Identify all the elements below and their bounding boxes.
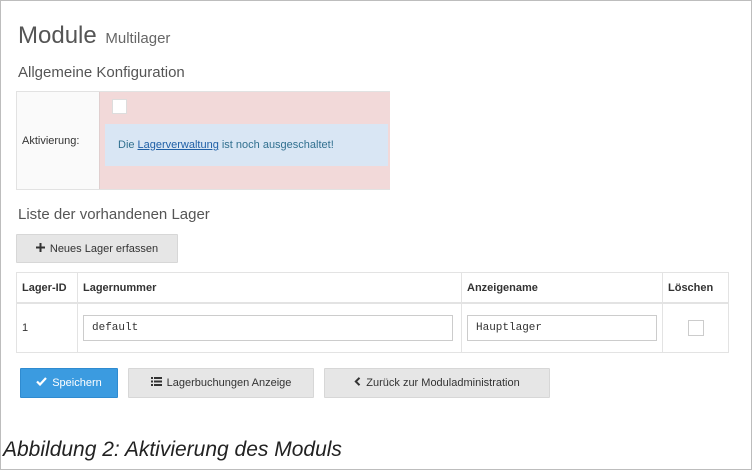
header-loeschen: Löschen	[662, 272, 729, 304]
table-header-row: Lager-ID Lagernummer Anzeigename Löschen	[16, 272, 729, 304]
chevron-left-icon	[354, 377, 361, 389]
save-button[interactable]: Speichern	[20, 368, 118, 398]
header-anzeigename: Anzeigename	[461, 272, 663, 304]
new-storage-label: Neues Lager erfassen	[49, 242, 159, 255]
activation-label: Aktivierung:	[22, 134, 80, 147]
figure-caption: Abbildung 2: Aktivierung des Moduls	[3, 438, 342, 461]
activation-cell: Die Lagerverwaltung ist noch ausgeschalt…	[99, 92, 390, 189]
lagernummer-input[interactable]: default	[83, 315, 453, 341]
bookings-button[interactable]: Lagerbuchungen Anzeige	[128, 368, 314, 398]
alert-suffix: ist noch ausgeschaltet!	[221, 139, 334, 151]
activation-config: Aktivierung: Die Lagerverwaltung ist noc…	[16, 91, 390, 190]
storage-table: Lager-ID Lagernummer Anzeigename Löschen…	[16, 272, 729, 353]
check-icon	[36, 377, 48, 389]
back-label: Zurück zur Moduladministration	[366, 377, 520, 389]
header-lager-id: Lager-ID	[16, 272, 78, 304]
list-icon	[150, 377, 162, 389]
cell-loeschen	[662, 302, 729, 353]
back-button[interactable]: Zurück zur Moduladministration	[324, 368, 550, 398]
activation-checkbox[interactable]	[112, 99, 127, 114]
section-general-heading: Allgemeine Konfiguration	[18, 64, 185, 81]
cell-lagernummer: default	[77, 302, 462, 353]
header-lagernummer: Lagernummer	[77, 272, 462, 304]
activation-alert: Die Lagerverwaltung ist noch ausgeschalt…	[105, 124, 388, 166]
alert-prefix: Die	[118, 139, 135, 151]
anzeigename-input[interactable]: Hauptlager	[467, 315, 657, 341]
lagerverwaltung-link[interactable]: Lagerverwaltung	[138, 139, 219, 151]
cell-anzeigename: Hauptlager	[461, 302, 663, 353]
plus-icon	[35, 242, 45, 255]
page-title: Module Multilager	[18, 22, 170, 50]
cell-lager-id: 1	[16, 302, 78, 353]
page-title-text: Module	[18, 22, 97, 49]
page-subtitle: Multilager	[105, 30, 171, 47]
new-storage-button[interactable]: Neues Lager erfassen	[16, 234, 178, 263]
save-label: Speichern	[52, 377, 102, 389]
table-row: 1 default Hauptlager	[16, 302, 729, 353]
delete-checkbox[interactable]	[687, 320, 704, 336]
section-list-heading: Liste der vorhandenen Lager	[18, 206, 210, 223]
bookings-label: Lagerbuchungen Anzeige	[166, 377, 292, 389]
